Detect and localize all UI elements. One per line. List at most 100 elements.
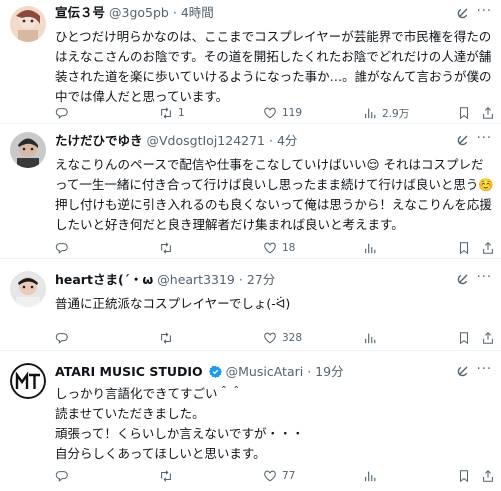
bookmark-button[interactable] (457, 468, 471, 484)
grok-icon[interactable] (456, 272, 470, 286)
bookmark-button[interactable] (457, 330, 471, 346)
bookmark-icon (459, 242, 469, 255)
tweet-text: ひとつだけ明らかなのは、ここまでコスプレイヤーが芸能界で市民権を得たのはえなこさ… (55, 29, 492, 104)
share-button[interactable] (481, 105, 495, 121)
reply-button[interactable] (55, 105, 74, 121)
tweet-actions: 328 (55, 330, 495, 346)
tweet-header: たけだひでゆき @VdosgtIoj124271 · 4分 (55, 133, 297, 149)
tweet-2[interactable]: たけだひでゆき @VdosgtIoj124271 · 4分 ··· えなこりんの… (0, 124, 501, 259)
tweet-header: ATARI MUSIC STUDIO @MusicAtari · 19分 (55, 364, 344, 380)
timestamp[interactable]: 4時間 (181, 5, 214, 20)
display-name[interactable]: 宣伝３号 (55, 5, 105, 20)
timestamp[interactable]: 27分 (247, 272, 275, 287)
user-handle[interactable]: @MusicAtari (226, 364, 304, 379)
retweet-icon (161, 107, 171, 119)
views-icon (365, 108, 376, 119)
like-count: 77 (282, 470, 296, 482)
avatar[interactable] (10, 132, 46, 168)
bookmark-icon (459, 470, 469, 483)
like-icon (264, 107, 276, 119)
reply-icon (55, 333, 68, 344)
more-icon[interactable]: ··· (477, 362, 492, 377)
user-handle[interactable]: @heart3319 (157, 272, 235, 287)
reply-button[interactable] (55, 468, 74, 484)
like-icon (264, 242, 276, 254)
display-name[interactable]: たけだひでゆき (55, 133, 143, 148)
views-button[interactable] (363, 468, 382, 484)
share-icon (483, 242, 493, 254)
share-icon (483, 107, 493, 119)
tweet-actions: 18 (55, 240, 495, 256)
more-icon[interactable]: ··· (477, 131, 492, 146)
retweet-button[interactable]: 1 (159, 105, 185, 121)
like-icon (264, 470, 276, 482)
reply-icon (55, 471, 68, 482)
timestamp[interactable]: 19分 (315, 364, 343, 379)
share-button[interactable] (481, 240, 495, 256)
retweet-icon (161, 242, 171, 254)
tweet-4[interactable]: ATARI MUSIC STUDIO @MusicAtari · 19分 ···… (0, 351, 501, 491)
views-icon (365, 471, 376, 482)
atari-logo-icon (10, 363, 46, 399)
share-button[interactable] (481, 330, 495, 346)
reply-icon (55, 243, 68, 254)
retweet-count: 1 (178, 107, 185, 119)
tweet-header: 宣伝３号 @3go5pb · 4時間 (55, 5, 214, 21)
views-count: 2.9万 (382, 107, 410, 120)
grok-icon[interactable] (456, 6, 470, 20)
dot-separator: · (307, 364, 312, 379)
grok-icon[interactable] (456, 133, 470, 147)
tweet-1[interactable]: 宣伝３号 @3go5pb · 4時間 ··· ひとつだけ明らかなのは、ここまでコ… (0, 0, 501, 124)
grok-icon[interactable] (456, 364, 470, 378)
views-icon (365, 243, 376, 254)
bookmark-icon (459, 107, 469, 120)
dot-separator: · (238, 272, 243, 287)
tweet-text: 普通に正統派なコスプレイヤーでしょ(-ᐛ) (55, 296, 291, 311)
like-button[interactable]: 119 (263, 105, 302, 121)
dot-separator: · (172, 5, 177, 20)
like-button[interactable]: 77 (263, 468, 295, 484)
tweet-actions: 77 (55, 468, 495, 484)
views-button[interactable] (363, 240, 382, 256)
bookmark-button[interactable] (457, 105, 471, 121)
retweet-icon (161, 470, 171, 482)
views-button[interactable]: 2.9万 (363, 105, 409, 121)
retweet-button[interactable] (159, 468, 178, 484)
like-icon (264, 332, 276, 344)
share-icon (483, 332, 493, 344)
tweet-text: えなこりんのペースで配信や仕事をこなしていけばいい😌 それはコスプレだって一生一… (55, 157, 498, 232)
tweet-header: heartさま(´・ω @heart3319 · 27分 (55, 272, 275, 288)
more-icon[interactable]: ··· (477, 270, 492, 285)
like-button[interactable]: 328 (263, 330, 302, 346)
dot-separator: · (269, 133, 273, 148)
avatar[interactable] (10, 363, 46, 399)
views-icon (365, 333, 376, 344)
display-name[interactable]: ATARI MUSIC STUDIO (55, 364, 203, 379)
retweet-icon (161, 332, 171, 344)
like-count: 119 (282, 107, 303, 119)
bookmark-icon (459, 332, 469, 345)
share-button[interactable] (481, 468, 495, 484)
share-icon (483, 470, 493, 482)
tweet-text: しっかり言語化できてすごい＾＾ 読ませていただきました。 頑張って！くらいしか言… (55, 386, 305, 461)
like-count: 18 (282, 242, 296, 254)
avatar[interactable] (10, 271, 46, 307)
like-button[interactable]: 18 (263, 240, 295, 256)
like-count: 328 (282, 332, 303, 344)
display-name[interactable]: heartさま(´・ω (55, 272, 153, 287)
retweet-button[interactable] (159, 330, 178, 346)
retweet-button[interactable] (159, 240, 178, 256)
tweet-3[interactable]: heartさま(´・ω @heart3319 · 27分 ··· 普通に正統派な… (0, 259, 501, 351)
reply-button[interactable] (55, 330, 74, 346)
reply-button[interactable] (55, 240, 74, 256)
user-handle[interactable]: @VdosgtIoj124271 (147, 133, 266, 148)
tweet-actions: 1 119 2.9万 (55, 105, 495, 121)
verified-badge-icon (208, 365, 222, 378)
more-icon[interactable]: ··· (477, 4, 492, 19)
bookmark-button[interactable] (457, 240, 471, 256)
user-handle[interactable]: @3go5pb (109, 5, 169, 20)
avatar[interactable] (10, 6, 46, 42)
views-button[interactable] (363, 330, 382, 346)
timestamp[interactable]: 4分 (277, 133, 297, 148)
reply-icon (55, 108, 68, 119)
